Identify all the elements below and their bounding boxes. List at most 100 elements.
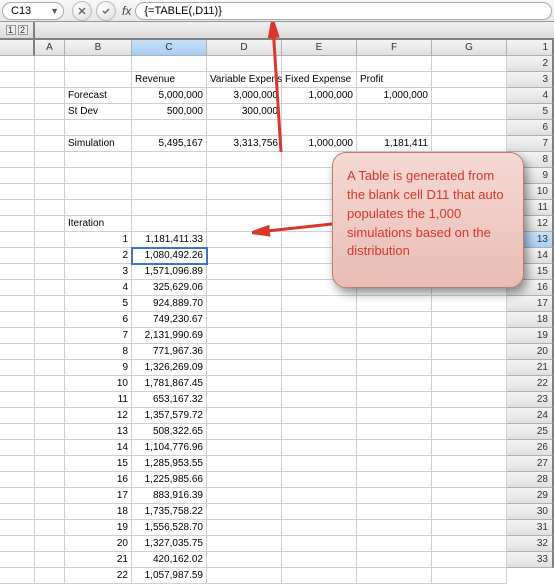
cell[interactable] [35, 328, 65, 344]
cell[interactable] [207, 200, 282, 216]
cell[interactable] [35, 280, 65, 296]
cell[interactable] [282, 504, 357, 520]
cell[interactable] [282, 408, 357, 424]
row-header[interactable]: 3 [507, 72, 554, 88]
row-header[interactable]: 19 [507, 328, 554, 344]
cell[interactable] [35, 264, 65, 280]
cell[interactable] [357, 344, 432, 360]
cell[interactable]: Fixed Expense [282, 72, 357, 88]
cell[interactable] [0, 536, 35, 552]
cell[interactable]: 508,322.65 [132, 424, 207, 440]
cell[interactable] [432, 472, 507, 488]
cell[interactable] [207, 536, 282, 552]
cell[interactable] [357, 440, 432, 456]
cell[interactable] [35, 520, 65, 536]
cell[interactable] [207, 344, 282, 360]
cell[interactable] [132, 184, 207, 200]
cell[interactable] [35, 216, 65, 232]
cell[interactable]: 11 [65, 392, 132, 408]
cell[interactable] [282, 104, 357, 120]
row-header[interactable]: 30 [507, 504, 554, 520]
cell[interactable]: 15 [65, 456, 132, 472]
cell[interactable] [357, 456, 432, 472]
cell[interactable] [357, 296, 432, 312]
cell[interactable] [357, 104, 432, 120]
cell[interactable] [282, 424, 357, 440]
cell[interactable] [35, 56, 65, 72]
cell[interactable] [132, 216, 207, 232]
cell[interactable]: 4 [65, 280, 132, 296]
cell[interactable] [432, 360, 507, 376]
cell[interactable] [282, 456, 357, 472]
cell[interactable] [35, 296, 65, 312]
cell[interactable]: 749,230.67 [132, 312, 207, 328]
row-header[interactable]: 33 [507, 552, 554, 568]
cell[interactable]: 1,285,953.55 [132, 456, 207, 472]
cell[interactable]: 5,000,000 [132, 88, 207, 104]
cell[interactable] [0, 216, 35, 232]
col-header-E[interactable]: E [282, 40, 357, 56]
cell[interactable] [0, 168, 35, 184]
cell[interactable] [207, 312, 282, 328]
col-header-B[interactable]: B [65, 40, 132, 56]
cell[interactable]: Profit [357, 72, 432, 88]
cell[interactable] [65, 72, 132, 88]
cell[interactable]: 1,357,579.72 [132, 408, 207, 424]
cell[interactable] [207, 504, 282, 520]
row-header[interactable]: 4 [507, 88, 554, 104]
cell[interactable] [0, 488, 35, 504]
cell[interactable]: 924,889.70 [132, 296, 207, 312]
cell[interactable] [432, 552, 507, 568]
cell[interactable] [432, 456, 507, 472]
cell[interactable] [0, 424, 35, 440]
cell[interactable] [35, 72, 65, 88]
cell[interactable] [282, 56, 357, 72]
cell[interactable] [357, 488, 432, 504]
cell[interactable] [65, 56, 132, 72]
cell[interactable] [65, 200, 132, 216]
cell[interactable] [0, 568, 35, 584]
cell[interactable]: 5 [65, 296, 132, 312]
cell[interactable] [0, 504, 35, 520]
cell[interactable]: 1,327,035.75 [132, 536, 207, 552]
cell[interactable] [207, 264, 282, 280]
cell[interactable] [35, 104, 65, 120]
cell[interactable]: Iteration [65, 216, 132, 232]
cell[interactable]: 8 [65, 344, 132, 360]
cell[interactable] [432, 344, 507, 360]
row-header[interactable]: 20 [507, 344, 554, 360]
row-header[interactable]: 2 [507, 56, 554, 72]
cell[interactable] [0, 552, 35, 568]
cell[interactable]: 883,916.39 [132, 488, 207, 504]
cell[interactable] [432, 328, 507, 344]
cell[interactable] [207, 376, 282, 392]
cell[interactable] [207, 280, 282, 296]
cell[interactable] [282, 312, 357, 328]
cell[interactable] [282, 520, 357, 536]
cell[interactable] [357, 312, 432, 328]
cell[interactable] [432, 296, 507, 312]
cell[interactable] [282, 296, 357, 312]
cell[interactable] [0, 344, 35, 360]
cell[interactable] [357, 392, 432, 408]
cell[interactable]: St Dev [65, 104, 132, 120]
cell[interactable]: 1,781,867.45 [132, 376, 207, 392]
cell[interactable] [282, 344, 357, 360]
cell[interactable]: 1,181,411.33 [132, 232, 207, 248]
cell[interactable] [0, 136, 35, 152]
cell[interactable]: 22 [65, 568, 132, 584]
cell[interactable] [0, 440, 35, 456]
cell[interactable] [35, 472, 65, 488]
cell[interactable] [357, 424, 432, 440]
row-header[interactable]: 18 [507, 312, 554, 328]
cell[interactable] [207, 408, 282, 424]
cell[interactable]: Revenue [132, 72, 207, 88]
cell[interactable] [132, 120, 207, 136]
cell[interactable]: 1,556,528.70 [132, 520, 207, 536]
cell[interactable]: 3 [65, 264, 132, 280]
cell[interactable] [282, 536, 357, 552]
cell[interactable] [65, 184, 132, 200]
row-header[interactable]: 1 [507, 40, 554, 56]
cell[interactable] [0, 264, 35, 280]
cell[interactable] [207, 392, 282, 408]
